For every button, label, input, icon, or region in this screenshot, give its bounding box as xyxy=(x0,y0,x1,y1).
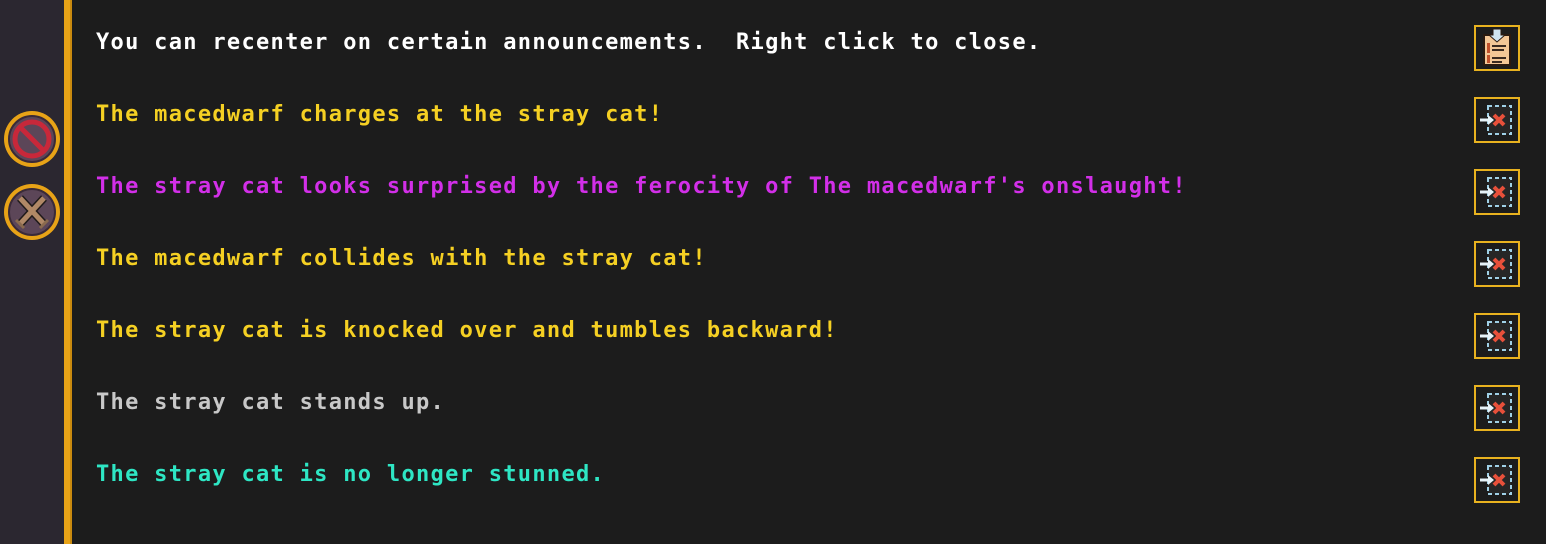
recenter-button[interactable] xyxy=(1474,385,1520,431)
recenter-button[interactable] xyxy=(1474,457,1520,503)
recenter-icon xyxy=(1480,321,1512,351)
announcement-text: The macedwarf collides with the stray ca… xyxy=(96,246,707,271)
announcement-row: The macedwarf collides with the stray ca… xyxy=(96,216,1546,288)
left-sidebar xyxy=(0,0,64,544)
announcement-row: The stray cat stands up. xyxy=(96,360,1546,432)
announcement-row: The stray cat is knocked over and tumble… xyxy=(96,288,1546,360)
crossed-swords-icon xyxy=(14,195,50,230)
announcement-info-button[interactable] xyxy=(1474,25,1520,71)
recenter-icon xyxy=(1480,249,1512,279)
announcement-text: The stray cat is no longer stunned. xyxy=(96,462,606,487)
recenter-icon xyxy=(1480,177,1512,207)
recenter-button[interactable] xyxy=(1474,97,1520,143)
announcement-text: You can recenter on certain announcement… xyxy=(96,30,1042,55)
combat-button[interactable] xyxy=(4,184,60,240)
announcement-row: The stray cat is no longer stunned. xyxy=(96,432,1546,504)
announcement-row: The macedwarf charges at the stray cat! xyxy=(96,72,1546,144)
recenter-icon xyxy=(1480,393,1512,423)
announcement-row: You can recenter on certain announcement… xyxy=(96,0,1546,72)
recenter-icon xyxy=(1480,465,1512,495)
announcement-text: The stray cat looks surprised by the fer… xyxy=(96,174,1187,199)
announcement-text: The macedwarf charges at the stray cat! xyxy=(96,102,664,127)
recenter-button[interactable] xyxy=(1474,241,1520,287)
recenter-icon xyxy=(1480,105,1512,135)
panel-border xyxy=(64,0,72,544)
announcement-row: The stray cat looks surprised by the fer… xyxy=(96,144,1546,216)
announcement-text: The stray cat is knocked over and tumble… xyxy=(96,318,838,343)
clipboard-icon xyxy=(1483,29,1511,66)
announcement-text: The stray cat stands up. xyxy=(96,390,446,415)
recenter-button[interactable] xyxy=(1474,169,1520,215)
cancel-button[interactable] xyxy=(4,111,60,167)
recenter-button[interactable] xyxy=(1474,313,1520,359)
cancel-icon xyxy=(12,119,52,159)
